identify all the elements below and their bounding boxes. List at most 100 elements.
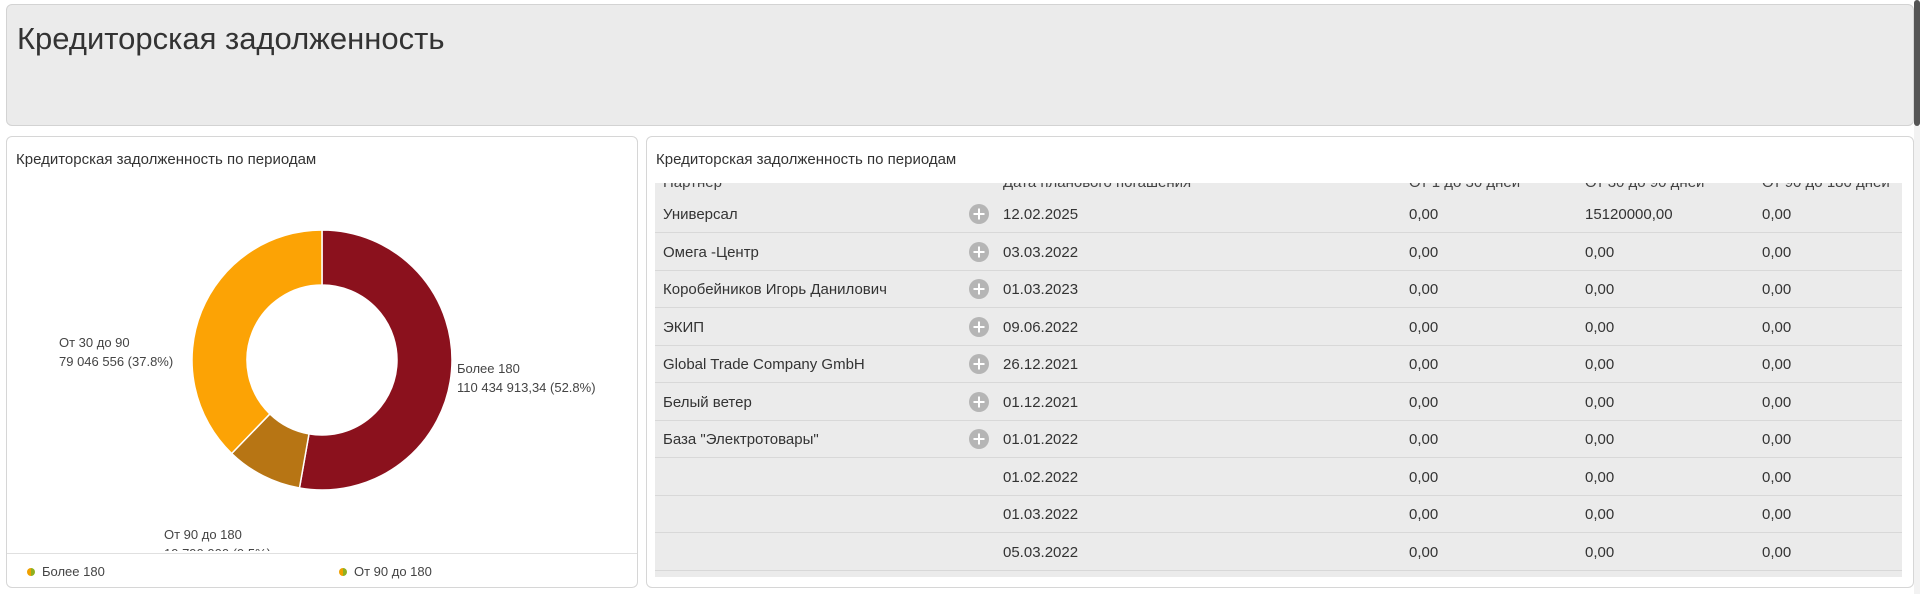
- amount-30-90-cell: 15120000,00: [1585, 206, 1673, 223]
- amount-30-90-cell: 0,00: [1585, 318, 1615, 336]
- amount-90-180-cell: 0,00: [1762, 543, 1792, 561]
- table-row[interactable]: Коробейников Игорь Данилович 01.03.2023 0,…: [655, 271, 1902, 308]
- plus-icon: [969, 429, 989, 449]
- amount-1-30-cell: 0,00: [1409, 431, 1439, 448]
- expand-plus-icon[interactable]: [969, 204, 989, 228]
- debt-table: Партнер Дата планового погашения От 1 до…: [655, 183, 1902, 577]
- amount-1-30-cell: 0,00: [1409, 356, 1439, 373]
- date-cell: 01.12.2021: [1003, 393, 1079, 411]
- amount-30-90-cell: 0,00: [1585, 506, 1615, 523]
- date-cell: 12.02.2025: [1003, 206, 1079, 223]
- plus-icon: [969, 279, 989, 299]
- amount-90-180-cell: 0,00: [1762, 431, 1792, 448]
- table-row[interactable]: Универсал 12.02.2025 0,00 15120000,00 0,00: [655, 196, 1902, 233]
- table-row[interactable]: База "Электротовары" 01.01.2022 0,00 0,00 0,…: [655, 421, 1902, 458]
- table-row[interactable]: Омега -Центр 03.03.2022 0,00 0,00 0,00: [655, 234, 1902, 271]
- column-header-partner[interactable]: Партнер: [663, 183, 722, 191]
- amount-1-30-cell: 0,00: [1409, 468, 1439, 486]
- chart-legend: Более 180 От 90 до 180: [7, 553, 637, 587]
- column-header-30-90[interactable]: От 30 до 90 дней: [1585, 183, 1704, 191]
- slice-label: От 30 до 90: [59, 335, 130, 350]
- date-cell: 09.06.2022: [1003, 318, 1079, 336]
- donut-chart: Более 180 110 434 913,34 (52.8%) От 90 до …: [59, 229, 596, 551]
- page: Кредиторская задолженность Кредиторская …: [0, 0, 1920, 594]
- expand-plus-icon[interactable]: [969, 354, 989, 378]
- date-cell: 26.12.2021: [1003, 356, 1079, 373]
- date-cell: 03.03.2022: [1003, 243, 1079, 261]
- legend-label: Более 180: [42, 564, 105, 579]
- table-row[interactable]: Global Trade Company GmbH 26.12.2021 0,00 0…: [655, 346, 1902, 383]
- chart-card-title: Кредиторская задолженность по периодам: [16, 151, 317, 168]
- slice-value-label: 19 790 000 (9.5%): [164, 546, 271, 551]
- partner-cell: Global Trade Company GmbH: [663, 356, 865, 373]
- amount-30-90-cell: 0,00: [1585, 281, 1615, 298]
- table-row[interactable]: Белый ветер 01.12.2021 0,00 0,00 0,00: [655, 384, 1902, 421]
- legend-item-more-180[interactable]: Более 180: [27, 564, 105, 579]
- table-header-row: Партнер Дата планового погашения От 1 до…: [655, 183, 1902, 196]
- plus-icon: [969, 204, 989, 224]
- amount-30-90-cell: 0,00: [1585, 243, 1615, 261]
- expand-plus-icon[interactable]: [969, 241, 989, 266]
- table-card-title: Кредиторская задолженность по периодам: [656, 151, 957, 168]
- amount-1-30-cell: 0,00: [1409, 393, 1439, 411]
- amount-1-30-cell: 0,00: [1409, 543, 1439, 561]
- legend-dot-icon: [339, 567, 347, 576]
- page-title: Кредиторская задолженность: [17, 21, 445, 56]
- date-cell: 01.03.2022: [1003, 506, 1079, 523]
- amount-90-180-cell: 0,00: [1762, 318, 1792, 336]
- slice-value-label: 110 434 913,34 (52.8%): [457, 380, 596, 395]
- amount-1-30-cell: 0,00: [1409, 318, 1439, 336]
- amount-90-180-cell: 0,00: [1762, 243, 1792, 261]
- amount-1-30-cell: 0,00: [1409, 506, 1439, 523]
- expand-plus-icon[interactable]: [969, 391, 989, 416]
- partner-cell: Омега -Центр: [663, 243, 759, 261]
- amount-30-90-cell: 0,00: [1585, 431, 1615, 448]
- partner-cell: Универсал: [663, 206, 738, 223]
- expand-plus-icon[interactable]: [969, 429, 989, 453]
- plus-icon: [969, 241, 989, 262]
- expand-plus-icon[interactable]: [969, 316, 989, 341]
- amount-90-180-cell: 0,00: [1762, 356, 1792, 373]
- date-cell: 01.01.2022: [1003, 431, 1079, 448]
- plus-icon: [969, 316, 989, 337]
- expand-plus-icon[interactable]: [969, 279, 989, 303]
- table-row[interactable]: 05.03.2022 0,00 0,00 0,00: [655, 534, 1902, 571]
- amount-30-90-cell: 0,00: [1585, 543, 1615, 561]
- legend-label: От 90 до 180: [354, 564, 432, 579]
- amount-90-180-cell: 0,00: [1762, 281, 1792, 298]
- amount-30-90-cell: 0,00: [1585, 356, 1615, 373]
- partner-cell: Коробейников Игорь Данилович: [663, 281, 887, 298]
- page-scroll-track[interactable]: [1914, 126, 1920, 594]
- partner-cell: База "Электротовары": [663, 431, 819, 448]
- table-row[interactable]: 01.02.2022 0,00 0,00 0,00: [655, 459, 1902, 496]
- date-cell: 05.03.2022: [1003, 543, 1079, 561]
- amount-90-180-cell: 0,00: [1762, 393, 1792, 411]
- slice-label: Более 180: [457, 361, 520, 376]
- amount-1-30-cell: 0,00: [1409, 206, 1439, 223]
- amount-90-180-cell: 0,00: [1762, 468, 1792, 486]
- header-panel: Кредиторская задолженность: [6, 4, 1914, 126]
- table-card: Кредиторская задолженность по периодам П…: [646, 136, 1914, 588]
- plus-icon: [969, 354, 989, 374]
- slice-label: От 90 до 180: [164, 527, 242, 542]
- donut-slice[interactable]: [191, 229, 323, 455]
- amount-30-90-cell: 0,00: [1585, 393, 1615, 411]
- amount-90-180-cell: 0,00: [1762, 206, 1792, 223]
- amount-1-30-cell: 0,00: [1409, 243, 1439, 261]
- table-row[interactable]: ЭКИП 09.06.2022 0,00 0,00 0,00: [655, 309, 1902, 346]
- amount-30-90-cell: 0,00: [1585, 468, 1615, 486]
- date-cell: 01.02.2022: [1003, 468, 1079, 486]
- chart-card: Кредиторская задолженность по периодам Б…: [6, 136, 638, 588]
- amount-90-180-cell: 0,00: [1762, 506, 1792, 523]
- column-header-90-180[interactable]: От 90 до 180 дней: [1762, 183, 1890, 191]
- table-row[interactable]: 01.03.2022 0,00 0,00 0,00: [655, 496, 1902, 533]
- page-scrollbar-thumb[interactable]: [1914, 0, 1920, 126]
- column-header-1-30[interactable]: От 1 до 30 дней: [1409, 183, 1520, 191]
- date-cell: 01.03.2023: [1003, 281, 1079, 298]
- plus-icon: [969, 391, 989, 412]
- partner-cell: Белый ветер: [663, 393, 752, 411]
- column-header-date[interactable]: Дата планового погашения: [1003, 183, 1191, 191]
- slice-value-label: 79 046 556 (37.8%): [59, 354, 173, 369]
- partner-cell: ЭКИП: [663, 318, 705, 336]
- legend-item-90-180[interactable]: От 90 до 180: [339, 564, 432, 579]
